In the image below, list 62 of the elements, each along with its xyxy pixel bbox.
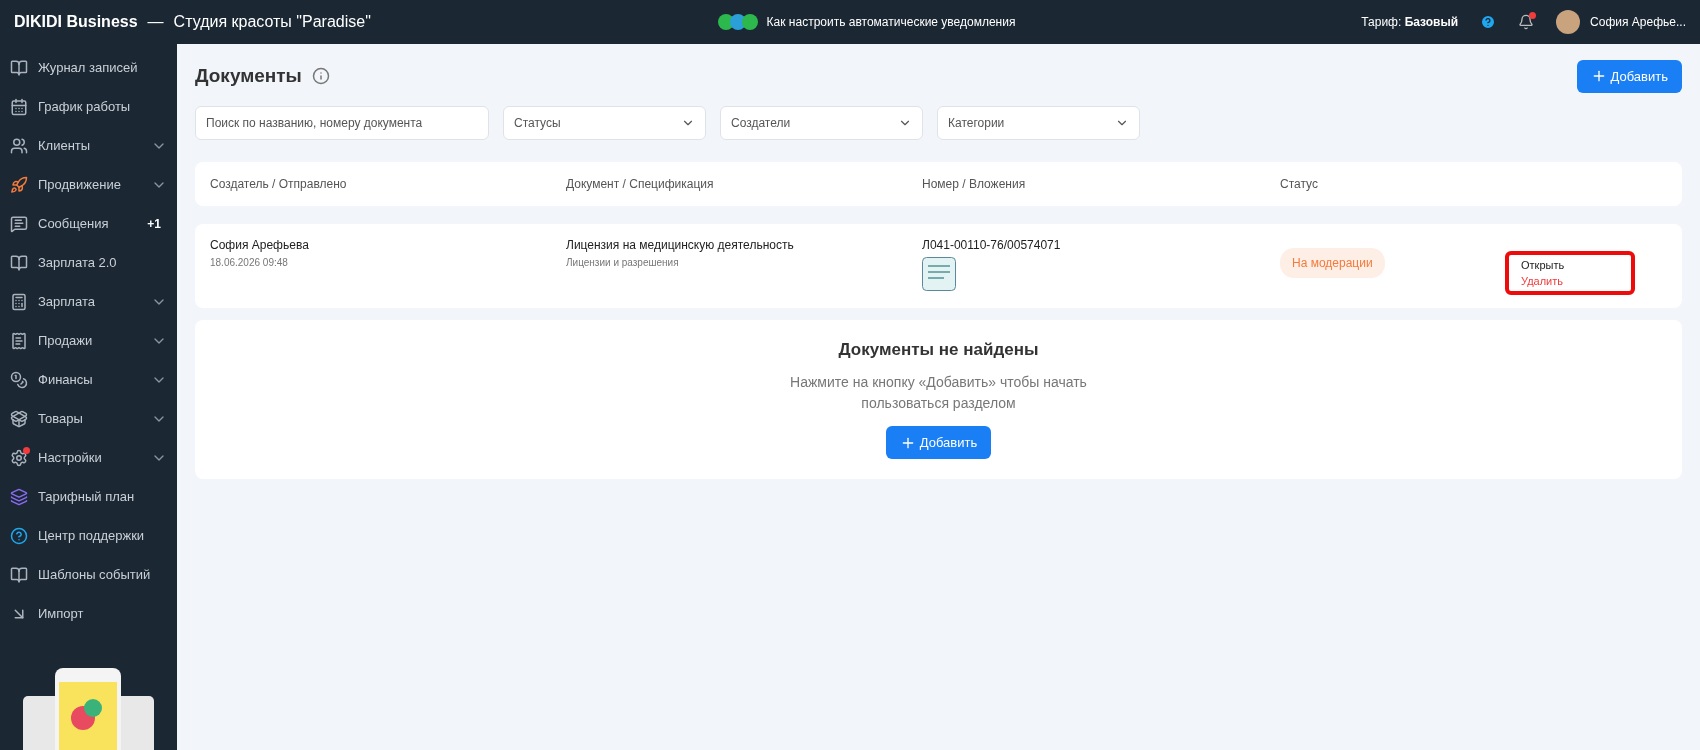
rocket-icon [10,175,28,194]
user-name[interactable]: София Арефье... [1590,15,1686,29]
avatar[interactable] [1556,10,1581,34]
sidebar-item[interactable]: Шаблоны событий [0,555,177,594]
filter-dropdown[interactable]: Статусы [503,106,706,140]
book-icon [10,58,28,77]
add-button[interactable]: Добавить [885,426,992,459]
help-icon [10,526,28,545]
document-thumbnail[interactable] [922,257,956,291]
notifications-icon[interactable] [1518,14,1535,30]
info-icon[interactable] [311,67,330,85]
column-header: Создатель / Отправлено [210,177,348,191]
add-button[interactable]: Добавить [1576,59,1682,93]
calculator-icon [10,292,28,311]
sidebar-item[interactable]: Тарифный план [0,477,177,516]
page-title: Документы [195,65,302,87]
chat-icon [10,214,28,233]
filter-dropdown[interactable]: Категории [937,106,1140,140]
sidebar-item[interactable]: Импорт [0,594,177,633]
filter-dropdown[interactable]: Создатели [720,106,923,140]
empty-text: Нажмите на кнопку «Добавить» чтобы начать пользоваться разделом [789,373,1088,413]
layers-icon [10,487,28,506]
sidebar-item[interactable]: Зарплата 2.0 [0,243,177,282]
sidebar-item[interactable]: Продажи [0,321,177,360]
sidebar-item[interactable]: Товары [0,399,177,438]
sidebar-item[interactable]: Настройки [0,438,177,477]
delete-link[interactable]: Удалить [1521,275,1619,287]
help-icon[interactable] [1480,14,1497,30]
salon-name: Студия красоты "Paradise" [173,13,371,31]
sidebar-item[interactable]: Журнал записей [0,48,177,87]
brand-name: DIKIDI Business [14,13,138,31]
sidebar-item[interactable]: Сообщения +1 [0,204,177,243]
sidebar-item[interactable]: Продвижение [0,165,177,204]
sidebar-item[interactable]: График работы [0,87,177,126]
sidebar-item[interactable]: Финансы [0,360,177,399]
calendar-icon [10,97,28,116]
coins-icon [10,370,28,389]
column-header: Статус [1280,177,1319,191]
document-category: Лицензии и разрешения [566,257,680,268]
separator: — [147,13,164,31]
column-header: Номер / Вложения [922,177,1027,191]
status-pill: На модерации [1280,248,1385,278]
open-link[interactable]: Открыть [1521,259,1619,271]
creator-name: София Арефьева [210,238,310,252]
sidebar-item[interactable]: Клиенты [0,126,177,165]
tariff-label: Тариф: Базовый [1361,15,1459,29]
book-icon [10,565,28,584]
document-number: Л041-00110-76/00574071 [922,238,1062,252]
document-name: Лицензия на медицинскую деятельность [566,238,795,252]
search-field[interactable]: Поиск по названию, номеру документа [195,106,489,140]
book-icon [10,253,28,272]
hint-link[interactable]: Как настроить автоматические уведомления [766,15,1016,29]
package-icon [10,409,28,428]
unread-count: +1 [147,216,161,231]
empty-title: Документы не найдены [838,340,1039,360]
sidebar-item[interactable]: Зарплата [0,282,177,321]
column-header: Документ / Спецификация [566,177,715,191]
sidebar-item[interactable]: Центр поддержки [0,516,177,555]
receipt-icon [10,331,28,350]
sent-date: 18.06.2026 09:48 [210,257,289,268]
messenger-icons-drawing [716,13,759,31]
users-icon [10,136,28,155]
